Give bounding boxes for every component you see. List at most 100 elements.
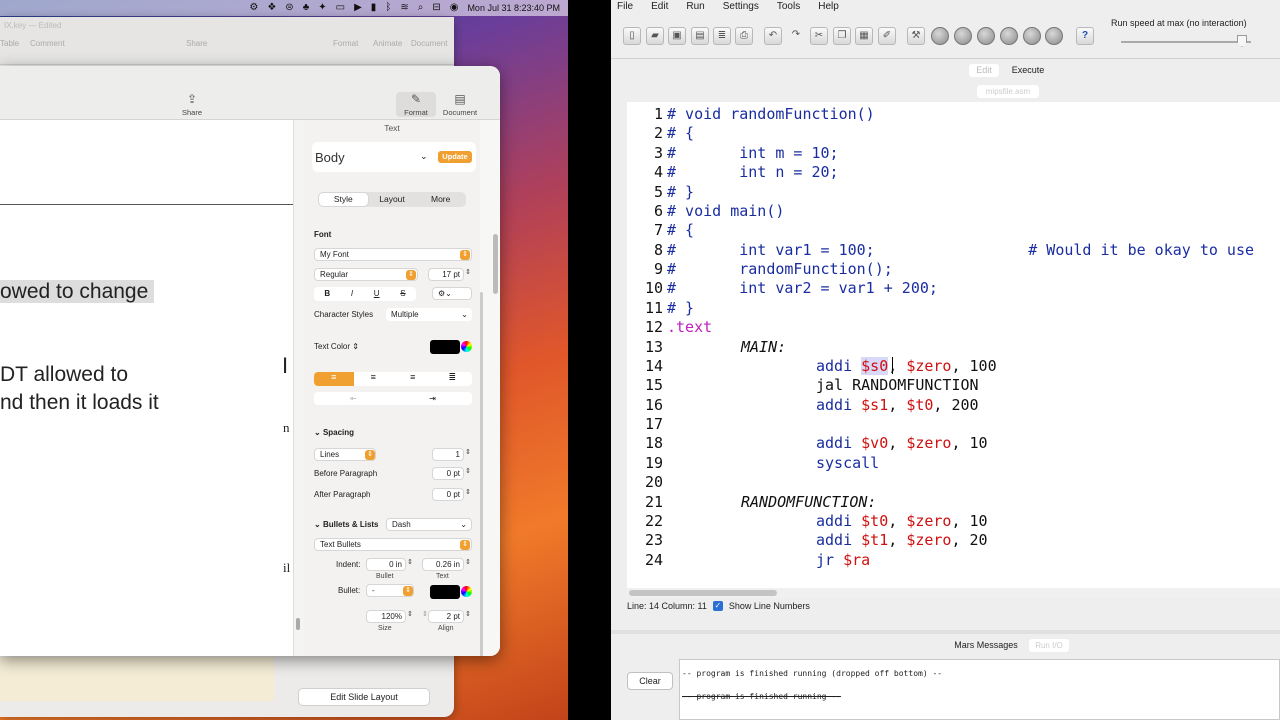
print-icon[interactable]: ⎙	[735, 27, 753, 45]
code-line-18[interactable]: addi $v0, $zero, 10	[816, 434, 988, 452]
copy-icon[interactable]: ❐	[833, 27, 851, 45]
bullet-align-field[interactable]: 2 pt	[428, 610, 464, 623]
code-line-16[interactable]: addi $s1, $t0, 200	[816, 396, 979, 414]
code-line[interactable]: .text	[667, 318, 712, 336]
puzzle-icon[interactable]: ✦	[318, 0, 326, 16]
menu-help[interactable]: Help	[818, 0, 839, 14]
save-icon[interactable]: ▣	[668, 27, 686, 45]
code-line[interactable]: # int var1 = 100; # Would it be okay to …	[667, 241, 1254, 259]
color-wheel-icon[interactable]	[461, 341, 472, 352]
bullet-size-stepper-icon[interactable]: ⇕	[407, 610, 413, 618]
after-paragraph-field[interactable]: 0 pt	[432, 488, 464, 501]
backstep-icon[interactable]	[977, 27, 995, 45]
open-file-icon[interactable]: ▰	[646, 27, 664, 45]
bullets-section[interactable]: ⌄ Bullets & Lists	[314, 520, 379, 529]
messages-output[interactable]: -- program is finished running (dropped …	[679, 659, 1280, 720]
run-icon[interactable]	[931, 27, 949, 45]
file-tab[interactable]: mipsfile.asm	[977, 85, 1039, 98]
code-line[interactable]: # }	[667, 299, 694, 317]
font-size-field[interactable]: 17 pt	[428, 268, 464, 281]
play-icon[interactable]: ▶	[354, 0, 362, 16]
share-button[interactable]: ⇪ Share	[172, 92, 212, 117]
bold-button[interactable]: B	[324, 287, 330, 301]
format-button[interactable]: ✎ Format	[396, 92, 436, 117]
code-label[interactable]: MAIN:	[741, 338, 786, 356]
tab-more[interactable]: More	[416, 193, 465, 206]
app-icon[interactable]: ⚙	[249, 0, 258, 16]
paragraph-style-picker[interactable]: Body ⌄ Update	[312, 142, 476, 172]
code-editor[interactable]: 1 2 3 4 5 6 7 8 9 10 11 12 13 14 15 16 1…	[627, 102, 1280, 592]
spacing-value-field[interactable]: 1	[432, 448, 464, 461]
tab-execute[interactable]: Execute	[1003, 64, 1053, 77]
paste-icon[interactable]: ▦	[855, 27, 873, 45]
run-speed-thumb[interactable]	[1237, 35, 1247, 47]
menu-settings[interactable]: Settings	[723, 0, 759, 14]
increase-indent-icon[interactable]: ⇥	[393, 392, 472, 405]
keynote-window[interactable]: ⇪ Share ✎ Format ▤ Document owed to chan…	[0, 66, 500, 656]
bullet-type-stepper-icon[interactable]: ⇕	[460, 540, 470, 550]
text-options-gear-icon[interactable]: ⚙⌄	[432, 287, 472, 300]
code-line[interactable]: # int m = 10;	[667, 144, 839, 162]
editor-horizontal-scrollbar[interactable]	[627, 588, 1280, 598]
bg-toolbar-document[interactable]: Document	[411, 39, 447, 48]
menu-file[interactable]: File	[617, 0, 633, 14]
spacing-stepper-icon[interactable]: ⇕	[465, 448, 471, 456]
code-line-14[interactable]: addi $s0, $zero, 100	[816, 357, 997, 375]
help-icon[interactable]: ?	[1076, 27, 1094, 45]
pause-icon[interactable]	[1000, 27, 1018, 45]
menu-run[interactable]: Run	[686, 0, 704, 14]
after-paragraph-stepper-icon[interactable]: ⇕	[465, 488, 471, 496]
redo-icon[interactable]: ↷	[787, 27, 805, 45]
toggle-icon[interactable]: ⊜	[285, 0, 293, 16]
spacing-mode-stepper-icon[interactable]: ⇕	[365, 450, 375, 460]
menu-edit[interactable]: Edit	[651, 0, 668, 14]
bullet-type-select[interactable]: Text Bullets	[314, 538, 472, 551]
strikethrough-button[interactable]: S	[400, 287, 405, 301]
tab-style[interactable]: Style	[319, 193, 368, 206]
step-icon[interactable]	[954, 27, 972, 45]
inspector-scroll-track[interactable]	[480, 120, 500, 656]
decrease-indent-icon[interactable]: ⇤	[314, 392, 393, 405]
control-center-icon[interactable]: ⊟	[432, 0, 440, 16]
character-styles-select[interactable]: Multiple ⌄	[386, 308, 472, 321]
font-size-stepper-icon[interactable]: ⇕	[465, 268, 471, 276]
slide-text-line-3[interactable]: nd then it loads it	[0, 391, 159, 415]
justify-icon[interactable]: ≣	[433, 372, 473, 386]
undo-icon[interactable]: ↶	[764, 27, 782, 45]
reset-icon[interactable]	[1045, 27, 1063, 45]
find-replace-icon[interactable]: ✐	[878, 27, 896, 45]
canvas-scroll-gutter[interactable]	[293, 120, 304, 656]
align-center-icon[interactable]: ≡	[354, 372, 394, 386]
wifi-icon[interactable]: ≋	[400, 0, 408, 16]
code-line-22[interactable]: addi $t0, $zero, 10	[816, 512, 988, 530]
code-line-19[interactable]: syscall	[816, 454, 879, 472]
code-line-15[interactable]: jal RANDOMFUNCTION	[816, 376, 979, 394]
align-right-icon[interactable]: ≡	[393, 372, 433, 386]
bullet-align-stepper-icon[interactable]: ⇕	[465, 610, 471, 618]
edit-slide-layout-button[interactable]: Edit Slide Layout	[298, 688, 430, 706]
spacing-section[interactable]: ⌄ Spacing	[314, 428, 354, 437]
ruler-icon[interactable]: ▭	[336, 0, 345, 16]
cut-icon[interactable]: ✂	[810, 27, 828, 45]
siri-icon[interactable]: ◉	[450, 0, 459, 16]
code-line[interactable]: # }	[667, 183, 694, 201]
mars-window[interactable]: File Edit Run Settings Tools Help ▯ ▰ ▣ …	[611, 0, 1280, 720]
dropbox-icon[interactable]: ❖	[267, 0, 276, 16]
bg-toolbar-animate[interactable]: Animate	[373, 39, 402, 48]
code-line[interactable]: # {	[667, 124, 694, 142]
split-pane-divider[interactable]	[611, 630, 1280, 634]
tab-edit[interactable]: Edit	[969, 64, 999, 77]
battery-icon[interactable]: ▮	[371, 0, 377, 16]
code-line[interactable]: # {	[667, 221, 694, 239]
scrollbar-thumb[interactable]	[629, 590, 777, 596]
search-icon[interactable]: ⌕	[418, 0, 424, 16]
dump-memory-icon[interactable]: ≣	[713, 27, 731, 45]
code-line[interactable]: # randomFunction();	[667, 260, 893, 278]
canvas-scrollbar[interactable]	[296, 618, 300, 630]
text-color-swatch[interactable]	[430, 340, 460, 354]
slide-text-line-2[interactable]: DT allowed to	[0, 363, 128, 387]
document-button[interactable]: ▤ Document	[440, 92, 480, 117]
bullets-select[interactable]: Dash ⌄	[386, 518, 472, 531]
show-line-numbers-checkbox[interactable]: ✓	[712, 601, 723, 611]
tab-mars-messages[interactable]: Mars Messages	[945, 639, 1027, 652]
